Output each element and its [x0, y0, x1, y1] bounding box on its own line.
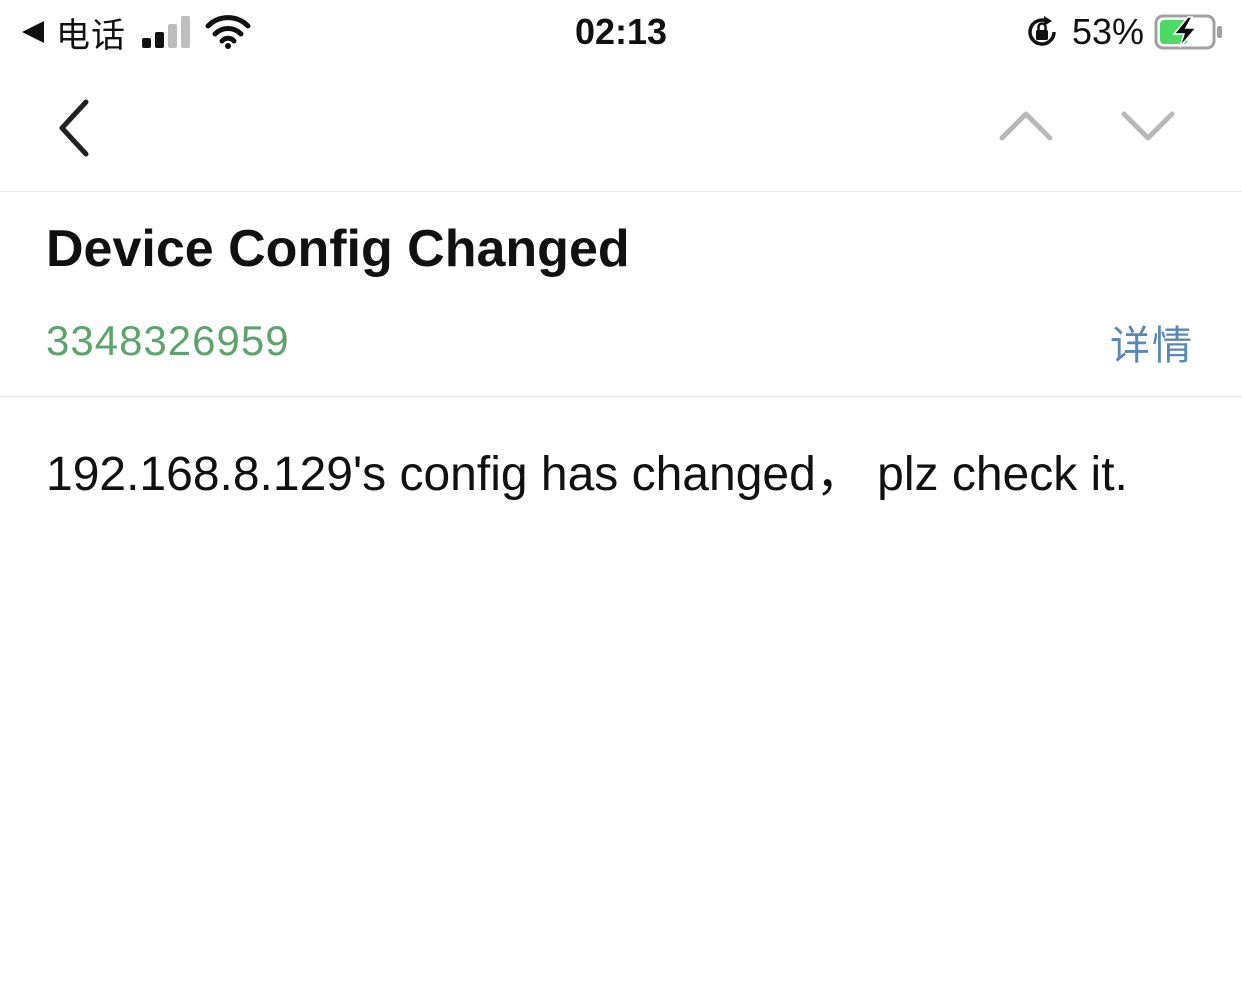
status-bar-right: 53%	[1024, 10, 1224, 54]
battery-charging-icon	[1154, 14, 1222, 50]
details-link[interactable]: 详情	[1110, 313, 1194, 371]
message-detail-screen: 电话 02:13 53% Device Config Changed 33483…	[0, 0, 1242, 1008]
status-bar: 电话 02:13 53%	[0, 0, 1242, 64]
rotation-lock-icon	[1028, 16, 1056, 46]
chevron-up-icon[interactable]	[986, 94, 1066, 158]
battery-percent: 53%	[1071, 11, 1144, 52]
message-header: Device Config Changed 3348326959 详情	[0, 193, 1242, 397]
message-body: 192.168.8.129's config has changed， plz …	[46, 448, 1128, 501]
message-sender-number[interactable]: 3348326959	[46, 317, 290, 365]
chevron-down-icon[interactable]	[1108, 94, 1188, 158]
chevron-left-icon[interactable]	[44, 90, 108, 166]
message-title: Device Config Changed	[46, 220, 630, 278]
navigation-bar	[0, 64, 1242, 192]
